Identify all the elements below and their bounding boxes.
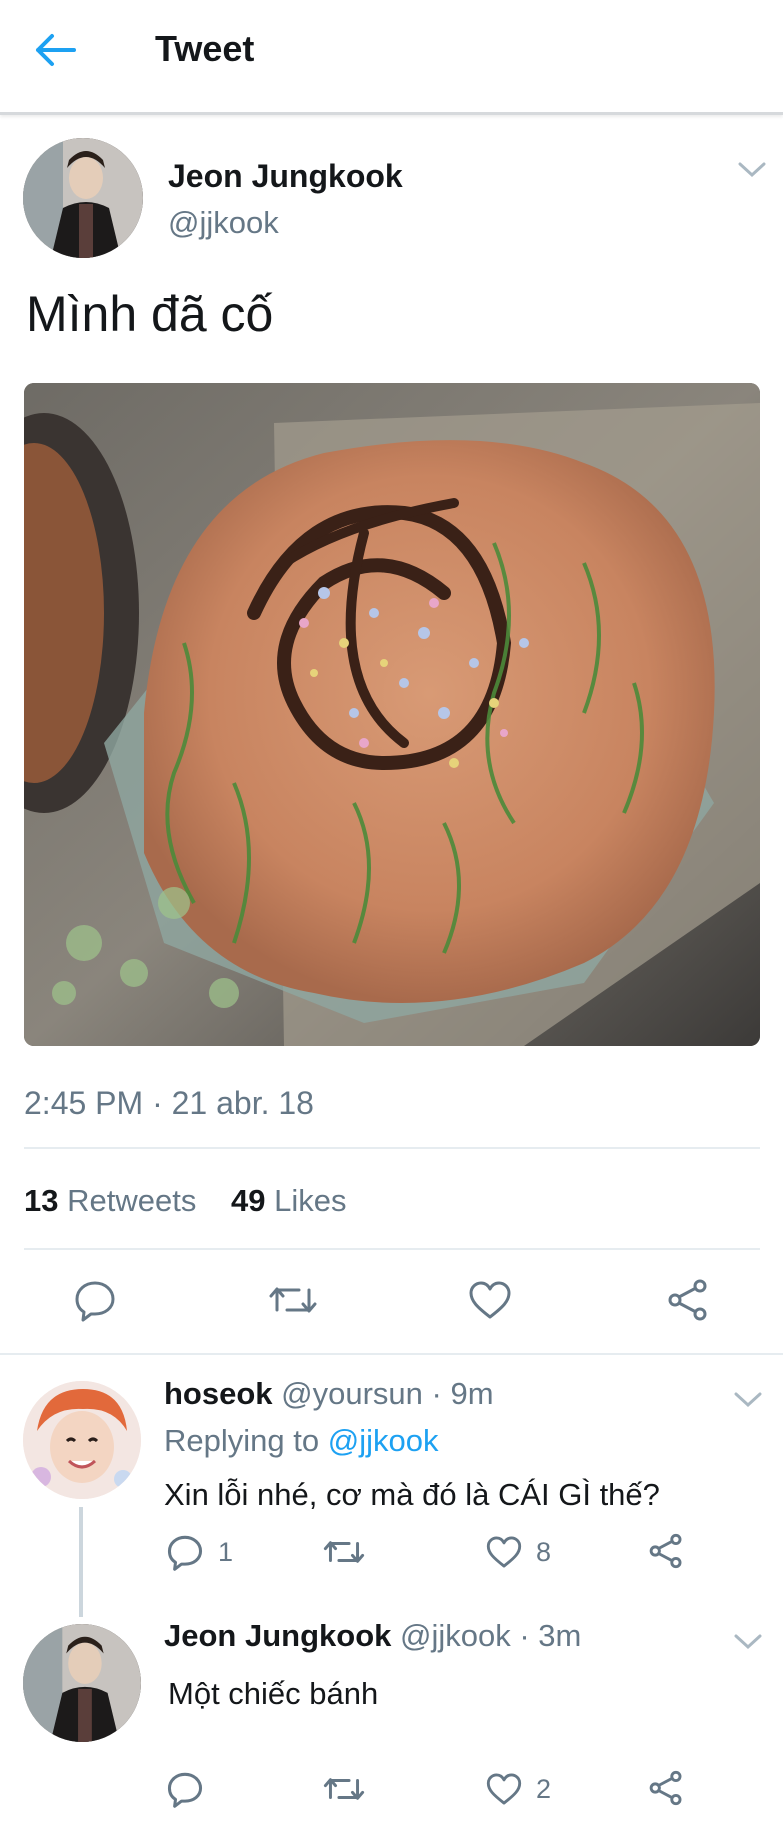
heart-icon[interactable] [467,1279,513,1321]
reply-text: Xin lỗi nhé, cơ mà đó là CÁI GÌ thế? [164,1477,660,1512]
heart-icon[interactable] [485,1771,523,1807]
author-name[interactable]: Jeon Jungkook [164,1618,391,1653]
share-icon[interactable] [647,1532,685,1570]
page-title: Tweet [155,28,255,69]
likes-stat[interactable]: 49 Likes [231,1183,346,1219]
avatar[interactable] [23,1624,141,1742]
reply-meta[interactable]: @yoursun · 9m [281,1376,493,1411]
author-name[interactable]: Jeon Jungkook [168,158,403,195]
like-count: 2 [536,1774,552,1804]
reply-meta[interactable]: @jjkook · 3m [400,1618,581,1653]
retweets-stat[interactable]: 13 Retweets [24,1183,196,1219]
author-handle[interactable]: @jjkook [168,205,279,241]
tweet-stats: 13 Retweets 49 Likes [24,1183,372,1219]
tweet-text: Mình đã cố [26,286,274,342]
reply-icon[interactable] [166,1770,204,1808]
likes-label: Likes [274,1183,347,1218]
share-icon[interactable] [647,1769,685,1807]
avatar-image [23,138,143,258]
thread-line [79,1507,83,1617]
avatar-image [23,1381,141,1499]
divider [24,1147,760,1149]
retweet-icon[interactable] [322,1535,366,1569]
divider [0,1353,783,1355]
reply-text: Một chiếc bánh [168,1676,379,1711]
avatar[interactable] [23,1381,141,1499]
like-count: 8 [536,1537,552,1567]
share-icon[interactable] [665,1277,711,1323]
top-bar: Tweet [0,0,783,115]
avatar[interactable] [23,138,143,258]
retweet-icon[interactable] [267,1280,319,1320]
retweet-icon[interactable] [322,1772,366,1806]
avatar-image [23,1624,141,1742]
mention-link[interactable]: @jjkook [328,1423,439,1458]
cake-photo [24,383,760,1046]
arrow-left-icon [36,34,76,66]
chevron-down-icon[interactable] [733,1390,763,1410]
reply-icon[interactable] [166,1533,204,1571]
replying-to: Replying to @jjkook [164,1423,438,1459]
reply-header: hoseok @yoursun · 9m [164,1376,494,1412]
author-name[interactable]: hoseok [164,1376,273,1411]
likes-count: 49 [230,1183,266,1218]
reply-header: Jeon Jungkook @jjkook · 3m [164,1618,581,1654]
chevron-down-icon[interactable] [737,160,767,180]
chevron-down-icon[interactable] [733,1632,763,1652]
reply-count: 1 [218,1537,234,1567]
retweets-label: Retweets [67,1183,197,1218]
reply-icon[interactable] [73,1278,117,1322]
replying-prefix: Replying to [164,1423,328,1458]
tweet-timestamp[interactable]: 2:45 PM · 21 abr. 18 [24,1085,314,1122]
divider [24,1248,760,1250]
heart-icon[interactable] [485,1534,523,1570]
back-button[interactable] [30,28,80,72]
retweets-count: 13 [24,1183,59,1218]
tweet-photo[interactable] [24,383,760,1046]
